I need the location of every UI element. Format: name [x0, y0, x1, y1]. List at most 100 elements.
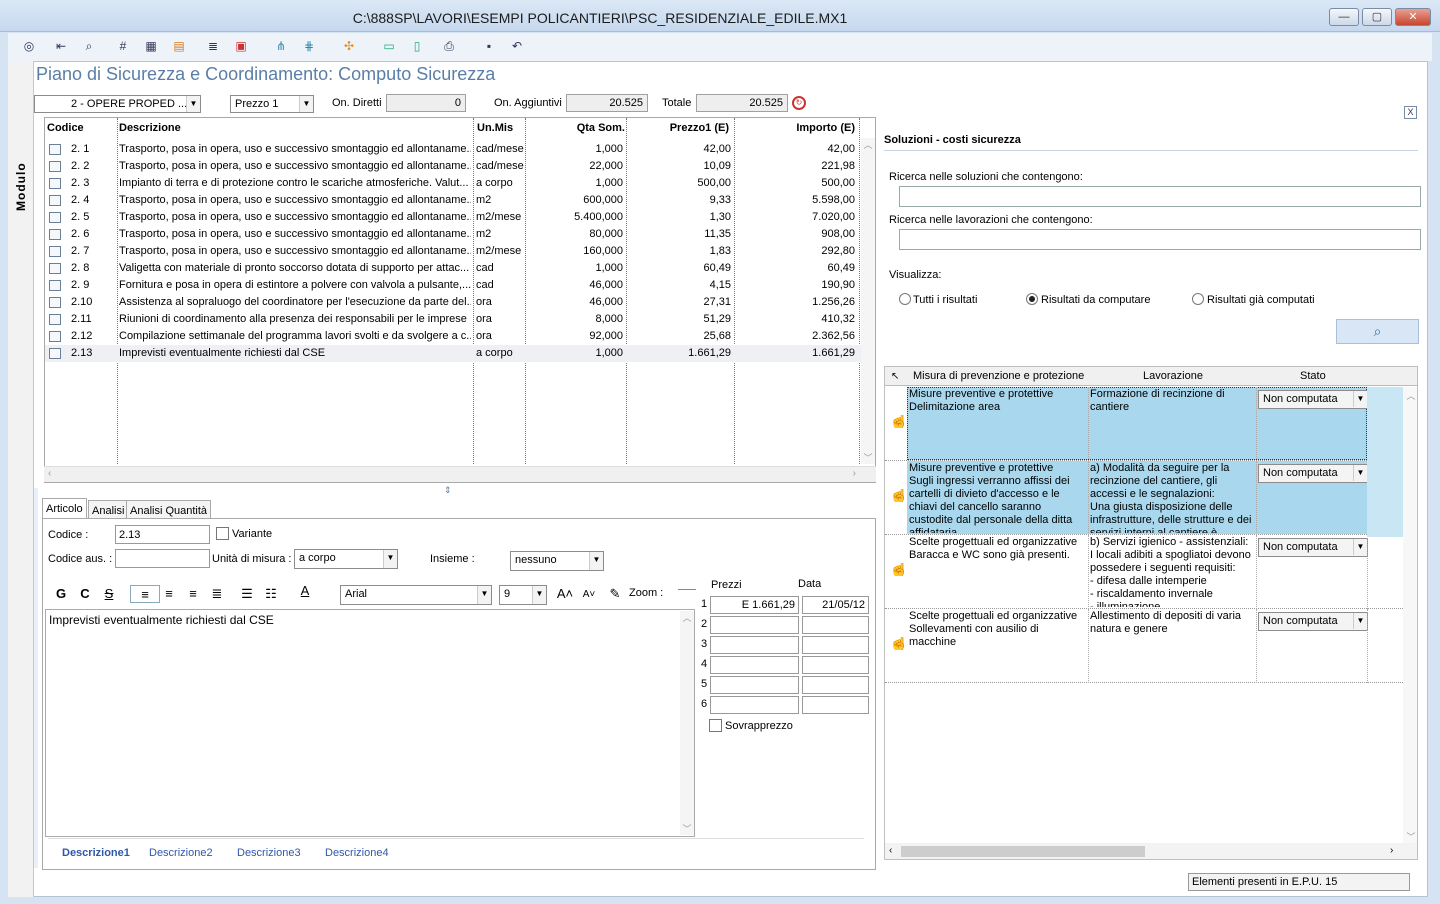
um-select[interactable]: a corpo ▼ [294, 549, 398, 569]
home-icon[interactable]: ◎ [20, 37, 38, 55]
search-icon[interactable]: ⌕ [80, 37, 98, 55]
table-icon[interactable]: ▤ [170, 37, 188, 55]
table-row[interactable]: 2. 1 Trasporto, posa in opera, uso e succ… [45, 141, 875, 158]
solution-row[interactable]: ☝ Misure preventive e protettive Delimita… [885, 387, 1417, 461]
folder-add-icon[interactable]: ▭ [380, 37, 398, 55]
list-icon[interactable]: ≣ [204, 37, 222, 55]
hand-icon[interactable]: ☝ [889, 415, 909, 428]
date-input[interactable] [802, 636, 869, 654]
calculator-icon[interactable]: ▦ [142, 37, 160, 55]
col-stato[interactable]: Stato [1300, 370, 1326, 383]
solution-row[interactable]: ☝ Scelte progettuali ed organizzative Sol… [885, 609, 1417, 683]
radio-da-computare[interactable] [1026, 293, 1038, 305]
table-scrollbar[interactable]: ‹ › [44, 466, 876, 482]
minimize-button[interactable]: — [1329, 8, 1359, 26]
tab-analisi-quantita[interactable]: Analisi Quantità [126, 500, 212, 519]
solution-row[interactable]: ☝ Scelte progettuali ed organizzative Bar… [885, 535, 1417, 609]
font-size-select[interactable]: 9 ▼ [499, 585, 547, 605]
col-misura[interactable]: Misura di prevenzione e protezione [913, 370, 1084, 383]
table-row[interactable]: 2. 9 Fornitura e posa in opera di estinto… [45, 277, 875, 294]
textarea-scrollbar[interactable]: ︿ ﹀ [680, 611, 694, 835]
price-input[interactable] [710, 676, 799, 694]
table-row[interactable]: 2. 2 Trasporto, posa in opera, uso e succ… [45, 158, 875, 175]
date-input[interactable] [802, 616, 869, 634]
price-input[interactable] [710, 636, 799, 654]
category-select[interactable]: 2 - OPERE PROPED ... ▼ [34, 95, 201, 113]
radio-tutti[interactable] [899, 293, 911, 305]
tab-descrizione1[interactable]: Descrizione1 [62, 847, 130, 859]
module-sidebar[interactable]: Modulo [8, 61, 34, 897]
stato-select[interactable]: Non computata ▼ [1258, 538, 1368, 557]
hand-icon[interactable]: ☝ [889, 563, 909, 576]
font-select[interactable]: Arial ▼ [340, 585, 492, 605]
table-row[interactable]: 2. 5 Trasporto, posa in opera, uso e succ… [45, 209, 875, 226]
solutions-vscroll[interactable]: ︿ ﹀ [1403, 387, 1417, 843]
search-solutions-input[interactable] [899, 186, 1421, 207]
number-list-icon[interactable]: ☷ [256, 585, 286, 603]
table-vscroll[interactable]: ︿ ﹀ [861, 138, 875, 464]
stato-select[interactable]: Non computata ▼ [1258, 464, 1368, 483]
date-input[interactable]: 21/05/12 [802, 596, 869, 614]
close-button[interactable]: ✕ [1395, 8, 1431, 26]
codice-aus-input[interactable] [115, 549, 210, 568]
table-row[interactable]: 2.12 Compilazione settimanale del program… [45, 328, 875, 345]
col-qta[interactable]: Qta Som. [529, 122, 625, 134]
page-add-icon[interactable]: ▯ [408, 37, 426, 55]
solution-row[interactable]: ☝ Misure preventive e protettive Sugli in… [885, 461, 1417, 535]
tree-icon[interactable]: ⋔ [272, 37, 290, 55]
description-textarea[interactable]: Imprevisti eventualmente richiesti dal C… [45, 609, 695, 837]
date-input[interactable] [802, 656, 869, 674]
col-lavorazione[interactable]: Lavorazione [1143, 370, 1203, 383]
puzzle-icon[interactable]: ✣ [340, 37, 358, 55]
col-codice[interactable]: Codice [47, 122, 84, 134]
tab-analisi[interactable]: Analisi [88, 500, 129, 519]
stato-select[interactable]: Non computata ▼ [1258, 390, 1368, 409]
codice-input[interactable]: 2.13 [115, 525, 210, 544]
date-input[interactable] [802, 696, 869, 714]
price-select[interactable]: Prezzo 1 ▼ [230, 95, 314, 113]
price-input[interactable] [710, 696, 799, 714]
restore-button[interactable]: ▢ [1362, 8, 1392, 26]
sovrapprezzo-checkbox[interactable] [709, 719, 722, 732]
col-prezzo[interactable]: Prezzo1 (E) [629, 122, 729, 134]
undo-icon[interactable]: ↶ [508, 37, 526, 55]
number-icon[interactable]: # [114, 37, 132, 55]
spellcheck-icon[interactable]: ✎ [600, 585, 630, 603]
solutions-hscroll[interactable]: ‹ › [885, 843, 1417, 859]
stato-select[interactable]: Non computata ▼ [1258, 612, 1368, 631]
price-input[interactable] [710, 656, 799, 674]
table-row[interactable]: 2.13 Imprevisti eventualmente richiesti d… [45, 345, 875, 362]
date-input[interactable] [802, 676, 869, 694]
exit-icon[interactable]: ⇤ [52, 37, 70, 55]
splitter-icon[interactable]: ⇕ [444, 485, 452, 496]
tab-descrizione2[interactable]: Descrizione2 [149, 847, 213, 859]
justify-icon[interactable]: ≣ [202, 585, 232, 603]
zoom-slider[interactable] [678, 589, 696, 601]
table-row[interactable]: 2. 4 Trasporto, posa in opera, uso e succ… [45, 192, 875, 209]
font-color-icon[interactable]: A [290, 582, 320, 600]
insieme-select[interactable]: nessuno ▼ [510, 551, 604, 571]
price-input[interactable] [710, 616, 799, 634]
search-lavorazioni-input[interactable] [899, 229, 1421, 250]
refresh-icon[interactable]: ↻ [792, 96, 806, 110]
table-row[interactable]: 2. 6 Trasporto, posa in opera, uso e succ… [45, 226, 875, 243]
table-row[interactable]: 2.10 Assistenza al sopraluogo del coordin… [45, 294, 875, 311]
tab-descrizione4[interactable]: Descrizione4 [325, 847, 389, 859]
strike-button[interactable]: S [94, 585, 124, 603]
table-row[interactable]: 2. 7 Trasporto, posa in opera, uso e succ… [45, 243, 875, 260]
save-icon[interactable]: ▪ [480, 37, 498, 55]
price-input[interactable]: E 1.661,29 [710, 596, 799, 614]
tab-descrizione3[interactable]: Descrizione3 [237, 847, 301, 859]
hand-icon[interactable]: ☝ [889, 489, 909, 502]
search-button[interactable]: ⌕ [1336, 319, 1419, 344]
col-descrizione[interactable]: Descrizione [119, 122, 181, 134]
table-row[interactable]: 2.11 Riunioni di coordinamento alla prese… [45, 311, 875, 328]
print-icon[interactable]: ⎙ [440, 37, 458, 55]
tab-articolo[interactable]: Articolo [42, 498, 87, 519]
document-alert-icon[interactable]: ▣ [232, 37, 250, 55]
table-row[interactable]: 2. 3 Impianto di terra e di protezione co… [45, 175, 875, 192]
close-panel-button[interactable]: X [1404, 106, 1417, 119]
tree-add-icon[interactable]: ⋕ [300, 37, 318, 55]
radio-gia-computati[interactable] [1192, 293, 1204, 305]
hand-icon[interactable]: ☝ [889, 637, 909, 650]
